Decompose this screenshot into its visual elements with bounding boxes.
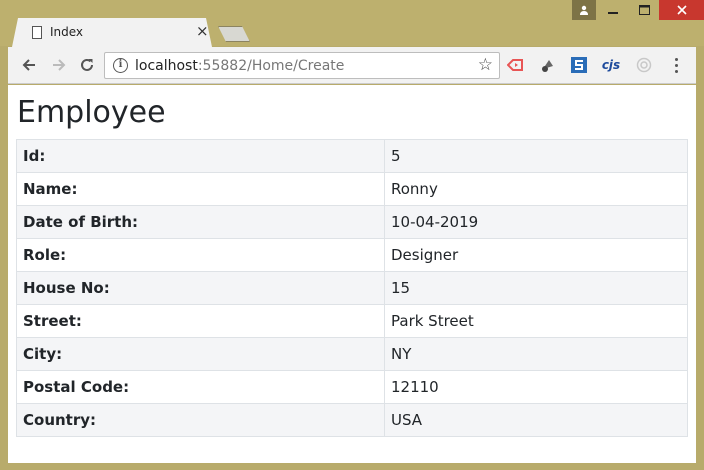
extension-s-icon[interactable] [570,56,588,74]
field-label: City: [16,337,385,371]
table-row: Postal Code: 12110 [16,370,688,404]
window-titlebar: Index × [0,0,704,47]
arrow-right-icon [53,59,66,71]
new-tab-button[interactable] [218,26,250,42]
minimize-icon [608,12,618,14]
field-label: House No: [16,271,385,305]
minimize-button[interactable] [597,0,629,20]
field-value: 15 [384,271,688,305]
field-value: 12110 [384,370,688,404]
person-icon [580,5,588,15]
browser-menu-button[interactable] [670,54,682,76]
extension-red-icon[interactable] [506,56,524,74]
arrow-left-icon [22,59,35,71]
table-row: Country: USA [16,403,688,437]
reload-icon [81,58,93,71]
table-row: Role: Designer [16,238,688,272]
extension-circle-icon[interactable] [635,56,653,74]
bookmark-star-icon[interactable]: ☆ [478,55,493,75]
table-row: Street: Park Street [16,304,688,338]
field-label: Country: [16,403,385,437]
field-value: NY [384,337,688,371]
info-icon[interactable]: i [113,58,128,73]
page-icon [32,26,42,39]
close-window-button[interactable] [659,0,704,20]
maximize-button[interactable] [629,0,659,20]
field-label: Postal Code: [16,370,385,404]
address-bar[interactable]: i localhost:55882/Home/Create ☆ [104,52,500,79]
table-row: Id: 5 [16,139,688,173]
field-label: Date of Birth: [16,205,385,239]
forward-button[interactable] [48,54,70,76]
field-value: 10-04-2019 [384,205,688,239]
table-row: House No: 15 [16,271,688,305]
field-value: 5 [384,139,688,173]
field-label: Street: [16,304,385,338]
extension-cjs-icon[interactable]: cjs [602,56,620,74]
table-row: Date of Birth: 10-04-2019 [16,205,688,239]
field-value: Ronny [384,172,688,206]
field-value: USA [384,403,688,437]
reload-button[interactable] [76,54,98,76]
field-value: Designer [384,238,688,272]
profile-button[interactable] [572,0,596,20]
browser-tab[interactable]: Index × [12,18,212,47]
url-text[interactable]: localhost:55882/Home/Create [135,58,344,74]
field-label: Name: [16,172,385,206]
close-icon [676,5,687,15]
tab-close-icon[interactable]: × [196,22,209,40]
browser-toolbar: i localhost:55882/Home/Create ☆ cjs [8,47,696,84]
page-content: Employee Id: 5 Name: Ronny Date of Birth: 10-… [8,85,696,463]
field-label: Role: [16,238,385,272]
back-button[interactable] [18,54,40,76]
extension-grey-icon[interactable] [539,56,557,74]
employee-details-table: Id: 5 Name: Ronny Date of Birth: 10-04-2019 Ro… [16,139,688,437]
field-value: Park Street [384,304,688,338]
table-row: Name: Ronny [16,172,688,206]
table-row: City: NY [16,337,688,371]
page-title: Employee [17,95,166,130]
field-label: Id: [16,139,385,173]
maximize-icon [638,5,650,15]
tab-title: Index [50,25,84,39]
